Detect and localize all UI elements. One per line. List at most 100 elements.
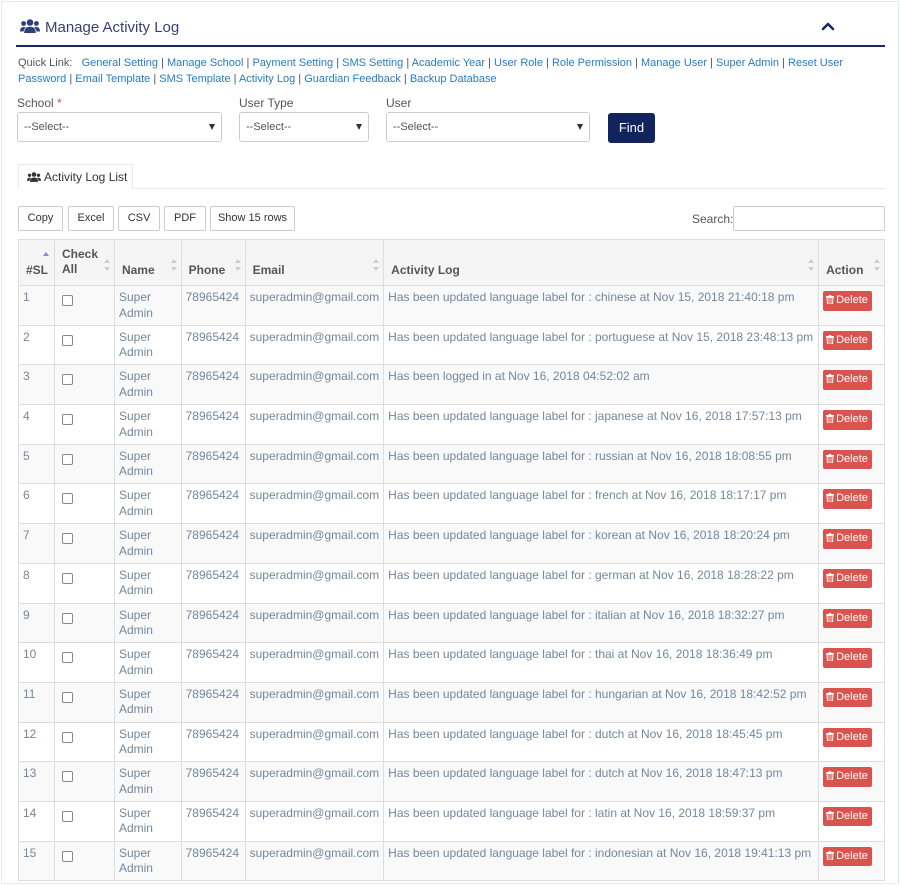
quick-link[interactable]: Backup Database — [410, 73, 497, 85]
cell-activity-log: Has been updated language label for : ge… — [383, 562, 820, 604]
delete-button[interactable]: Delete — [823, 608, 872, 628]
column-header-email[interactable]: Email — [244, 239, 385, 286]
column-header-sl[interactable]: #SL — [17, 239, 56, 286]
cell-email: superadmin@gmail.com — [244, 761, 385, 802]
column-header-check-all[interactable]: Check All — [54, 239, 115, 286]
delete-button[interactable]: Delete — [823, 727, 872, 748]
row-checkbox[interactable] — [62, 612, 74, 624]
sort-icon — [103, 259, 110, 271]
column-header-action[interactable]: Action — [818, 239, 885, 286]
quick-link[interactable]: Manage User — [641, 57, 707, 69]
show-rows-button[interactable]: Show 15 rows — [210, 206, 295, 231]
row-checkbox[interactable] — [62, 374, 74, 386]
sort-icon — [808, 259, 815, 271]
sort-asc-icon — [43, 252, 49, 264]
row-checkbox[interactable] — [62, 414, 74, 426]
quick-link[interactable]: Super Admin — [716, 57, 779, 69]
row-checkbox[interactable] — [62, 691, 74, 703]
row-checkbox[interactable] — [62, 295, 74, 306]
cell-check — [54, 840, 115, 882]
row-checkbox[interactable] — [62, 771, 74, 783]
users-icon — [27, 172, 41, 182]
pdf-button[interactable]: PDF — [164, 206, 206, 231]
quick-link[interactable]: SMS Setting — [342, 57, 403, 69]
table-row: 15 Super Admin 78965424 superadmin@gmail.co… — [17, 840, 885, 882]
cell-check — [54, 602, 115, 644]
cell-action: Delete — [818, 840, 885, 882]
quick-link[interactable]: Activity Log — [239, 73, 295, 85]
cell-check — [54, 324, 115, 366]
delete-button[interactable]: Delete — [823, 529, 872, 549]
cell-check — [54, 285, 115, 326]
school-label: School * — [17, 96, 62, 110]
cell-check — [54, 483, 115, 525]
tab-activity-log-list[interactable]: Activity Log List — [18, 164, 133, 189]
quick-link[interactable]: General Setting — [82, 57, 158, 69]
required-mark: * — [57, 96, 62, 110]
chevron-up-icon[interactable] — [821, 20, 835, 32]
quick-link-separator: | — [150, 72, 160, 85]
csv-button[interactable]: CSV — [118, 206, 160, 231]
quick-link[interactable]: Guardian Feedback — [304, 73, 401, 85]
cell-phone: 78965424 — [180, 443, 246, 485]
tab-bar: Activity Log List — [18, 164, 885, 189]
row-checkbox[interactable] — [62, 572, 74, 584]
school-select[interactable]: --Select-- — [17, 112, 222, 142]
delete-button[interactable]: Delete — [823, 489, 872, 509]
quick-link[interactable]: User Role — [494, 57, 543, 69]
excel-button[interactable]: Excel — [68, 206, 114, 231]
cell-name: Super Admin — [113, 562, 182, 604]
trash-icon — [826, 334, 835, 344]
row-checkbox[interactable] — [62, 334, 74, 346]
user-type-select[interactable]: --Select-- — [239, 112, 369, 142]
delete-button[interactable]: Delete — [823, 687, 872, 708]
delete-button[interactable]: Delete — [823, 449, 872, 470]
row-checkbox[interactable] — [62, 850, 74, 862]
delete-button[interactable]: Delete — [823, 410, 872, 430]
quick-link[interactable]: Role Permission — [552, 57, 632, 69]
trash-icon — [826, 572, 835, 582]
delete-button[interactable]: Delete — [823, 291, 872, 311]
row-checkbox[interactable] — [62, 810, 74, 822]
row-checkbox[interactable] — [62, 493, 74, 505]
sort-icon — [170, 259, 177, 271]
quick-link[interactable]: Academic Year — [412, 57, 485, 69]
column-header-name[interactable]: Name — [113, 239, 182, 286]
quick-link[interactable]: Manage School — [167, 57, 243, 69]
column-header-phone[interactable]: Phone — [180, 239, 246, 286]
cell-sl: 8 — [17, 562, 56, 604]
column-header-activity-log[interactable]: Activity Log — [383, 239, 820, 286]
quick-link[interactable]: SMS Template — [159, 73, 230, 85]
copy-button[interactable]: Copy — [18, 206, 63, 231]
delete-button[interactable]: Delete — [823, 330, 872, 351]
row-checkbox[interactable] — [62, 533, 74, 545]
cell-activity-log: Has been updated language label for : in… — [383, 840, 820, 882]
search-label: Search: — [692, 212, 734, 226]
trash-icon — [826, 414, 835, 424]
delete-button[interactable]: Delete — [823, 648, 872, 668]
delete-button[interactable]: Delete — [823, 846, 872, 867]
tab-label: Activity Log List — [44, 170, 128, 184]
quick-link[interactable]: Email Template — [75, 73, 150, 85]
row-checkbox[interactable] — [62, 731, 74, 743]
cell-action: Delete — [818, 285, 885, 326]
delete-label: Delete — [836, 809, 868, 822]
delete-label: Delete — [836, 413, 868, 426]
search-input[interactable] — [733, 206, 885, 231]
quick-link[interactable]: Payment Setting — [252, 57, 333, 69]
delete-button[interactable]: Delete — [823, 806, 872, 827]
table-row: 10 Super Admin 78965424 superadmin@gmail.co… — [17, 642, 885, 683]
quick-links: Quick Link: General Setting | Manage Sch… — [18, 56, 888, 87]
delete-button[interactable]: Delete — [823, 370, 872, 390]
table-row: 6 Super Admin 78965424 superadmin@gmail.com… — [17, 483, 885, 525]
delete-button[interactable]: Delete — [823, 767, 872, 787]
row-checkbox[interactable] — [62, 453, 74, 465]
user-type-label: User Type — [239, 96, 294, 110]
find-button[interactable]: Find — [608, 113, 655, 143]
cell-name: Super Admin — [113, 721, 182, 763]
cell-phone: 78965424 — [180, 721, 246, 763]
row-checkbox[interactable] — [62, 652, 74, 664]
user-select[interactable]: --Select-- — [386, 112, 590, 142]
delete-label: Delete — [836, 294, 868, 306]
delete-button[interactable]: Delete — [823, 568, 872, 589]
